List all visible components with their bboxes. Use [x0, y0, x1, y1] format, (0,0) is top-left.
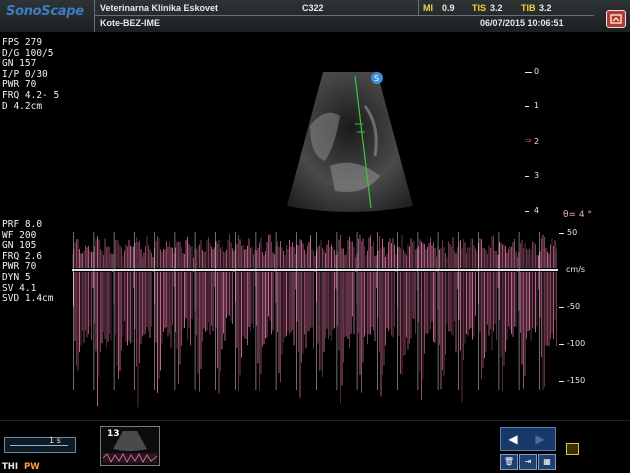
vel-tick [559, 344, 564, 345]
depth-label-1: 1 [534, 101, 540, 110]
clinic-name: Veterinarna Klinika Eskovet [100, 3, 219, 13]
date-time: 06/07/2015 10:06:51 [480, 18, 564, 28]
depth-tick [525, 176, 529, 177]
depth-tick [525, 106, 529, 107]
patient-name: Kote-BEZ-IME [100, 18, 160, 28]
header-divider [94, 0, 95, 32]
thi-label: THI [2, 462, 19, 472]
depth-label-2: 2 [534, 137, 540, 146]
mi-label: MI [423, 3, 433, 13]
back-icon[interactable]: ◀ [501, 428, 525, 450]
spectrum-texture [72, 232, 557, 408]
tib-value: 3.2 [539, 3, 552, 13]
param-prf: PRF 8.0 [2, 219, 43, 230]
export-icon[interactable]: ⇥ [519, 454, 537, 470]
param-frq: FRQ 4.2- 5 [2, 89, 60, 101]
pw-params: PRF 8.0 WF 200 GN 105 FRQ 2.6 PWR 70 DYN… [2, 219, 54, 305]
brand-logo: SonoScape [6, 4, 84, 19]
vel-unit: cm/s [566, 265, 586, 274]
footer-divider [0, 420, 630, 421]
vel-label-top: 50 [567, 228, 578, 237]
small-square-icon[interactable] [566, 443, 579, 455]
grid-icon[interactable]: ▦ [538, 454, 556, 470]
vel-label-neg50: -50 [567, 302, 581, 311]
depth-tick [525, 72, 532, 73]
doppler-spectrum [72, 232, 557, 408]
time-scale-bar: 1 s [4, 436, 76, 453]
doppler-baseline [72, 269, 558, 271]
vel-tick [559, 381, 564, 382]
tib-label: TIB [521, 3, 536, 13]
mi-value: 0.9 [442, 3, 455, 13]
nav-button-group: ◀ ▶ [500, 427, 556, 451]
forward-icon[interactable]: ▶ [528, 428, 552, 450]
param-dyn: DYN 5 [2, 271, 31, 283]
header-divider [418, 0, 419, 15]
vel-tick [559, 307, 564, 308]
tis-value: 3.2 [490, 3, 503, 13]
tis-label: TIS [472, 3, 487, 13]
time-scale-label: 1 s [49, 436, 61, 445]
time-scale-line [10, 445, 68, 446]
probe-name: C322 [302, 3, 324, 13]
param-svd: SVD 1.4cm [2, 293, 54, 305]
thumbnail-count: 13 [107, 429, 120, 439]
vel-tick [559, 233, 564, 234]
vel-label-neg150: -150 [567, 376, 586, 385]
header-divider-h [94, 15, 594, 16]
depth-label-4: 4 [534, 206, 540, 215]
depth-label-0: 0 [534, 67, 540, 76]
focus-marker-icon: ⇒ [525, 136, 532, 145]
vel-label-neg100: -100 [567, 339, 586, 348]
settings-icon[interactable] [606, 10, 626, 28]
angle-correction: θ= 4 ° [563, 210, 592, 220]
depth-tick [525, 211, 529, 212]
pw-label: PW [24, 462, 40, 472]
param-fps: FPS 279 [2, 37, 43, 48]
depth-label-3: 3 [534, 171, 540, 180]
svg-text:S: S [374, 74, 379, 83]
param-depth: D 4.2cm [2, 100, 43, 112]
b-mode-params: FPS 279 D/G 100/5 GN 157 I/P 0/30 PWR 70… [2, 37, 60, 112]
b-mode-sector-image: S [287, 72, 413, 212]
trash-icon[interactable]: 🗑 [500, 454, 518, 470]
